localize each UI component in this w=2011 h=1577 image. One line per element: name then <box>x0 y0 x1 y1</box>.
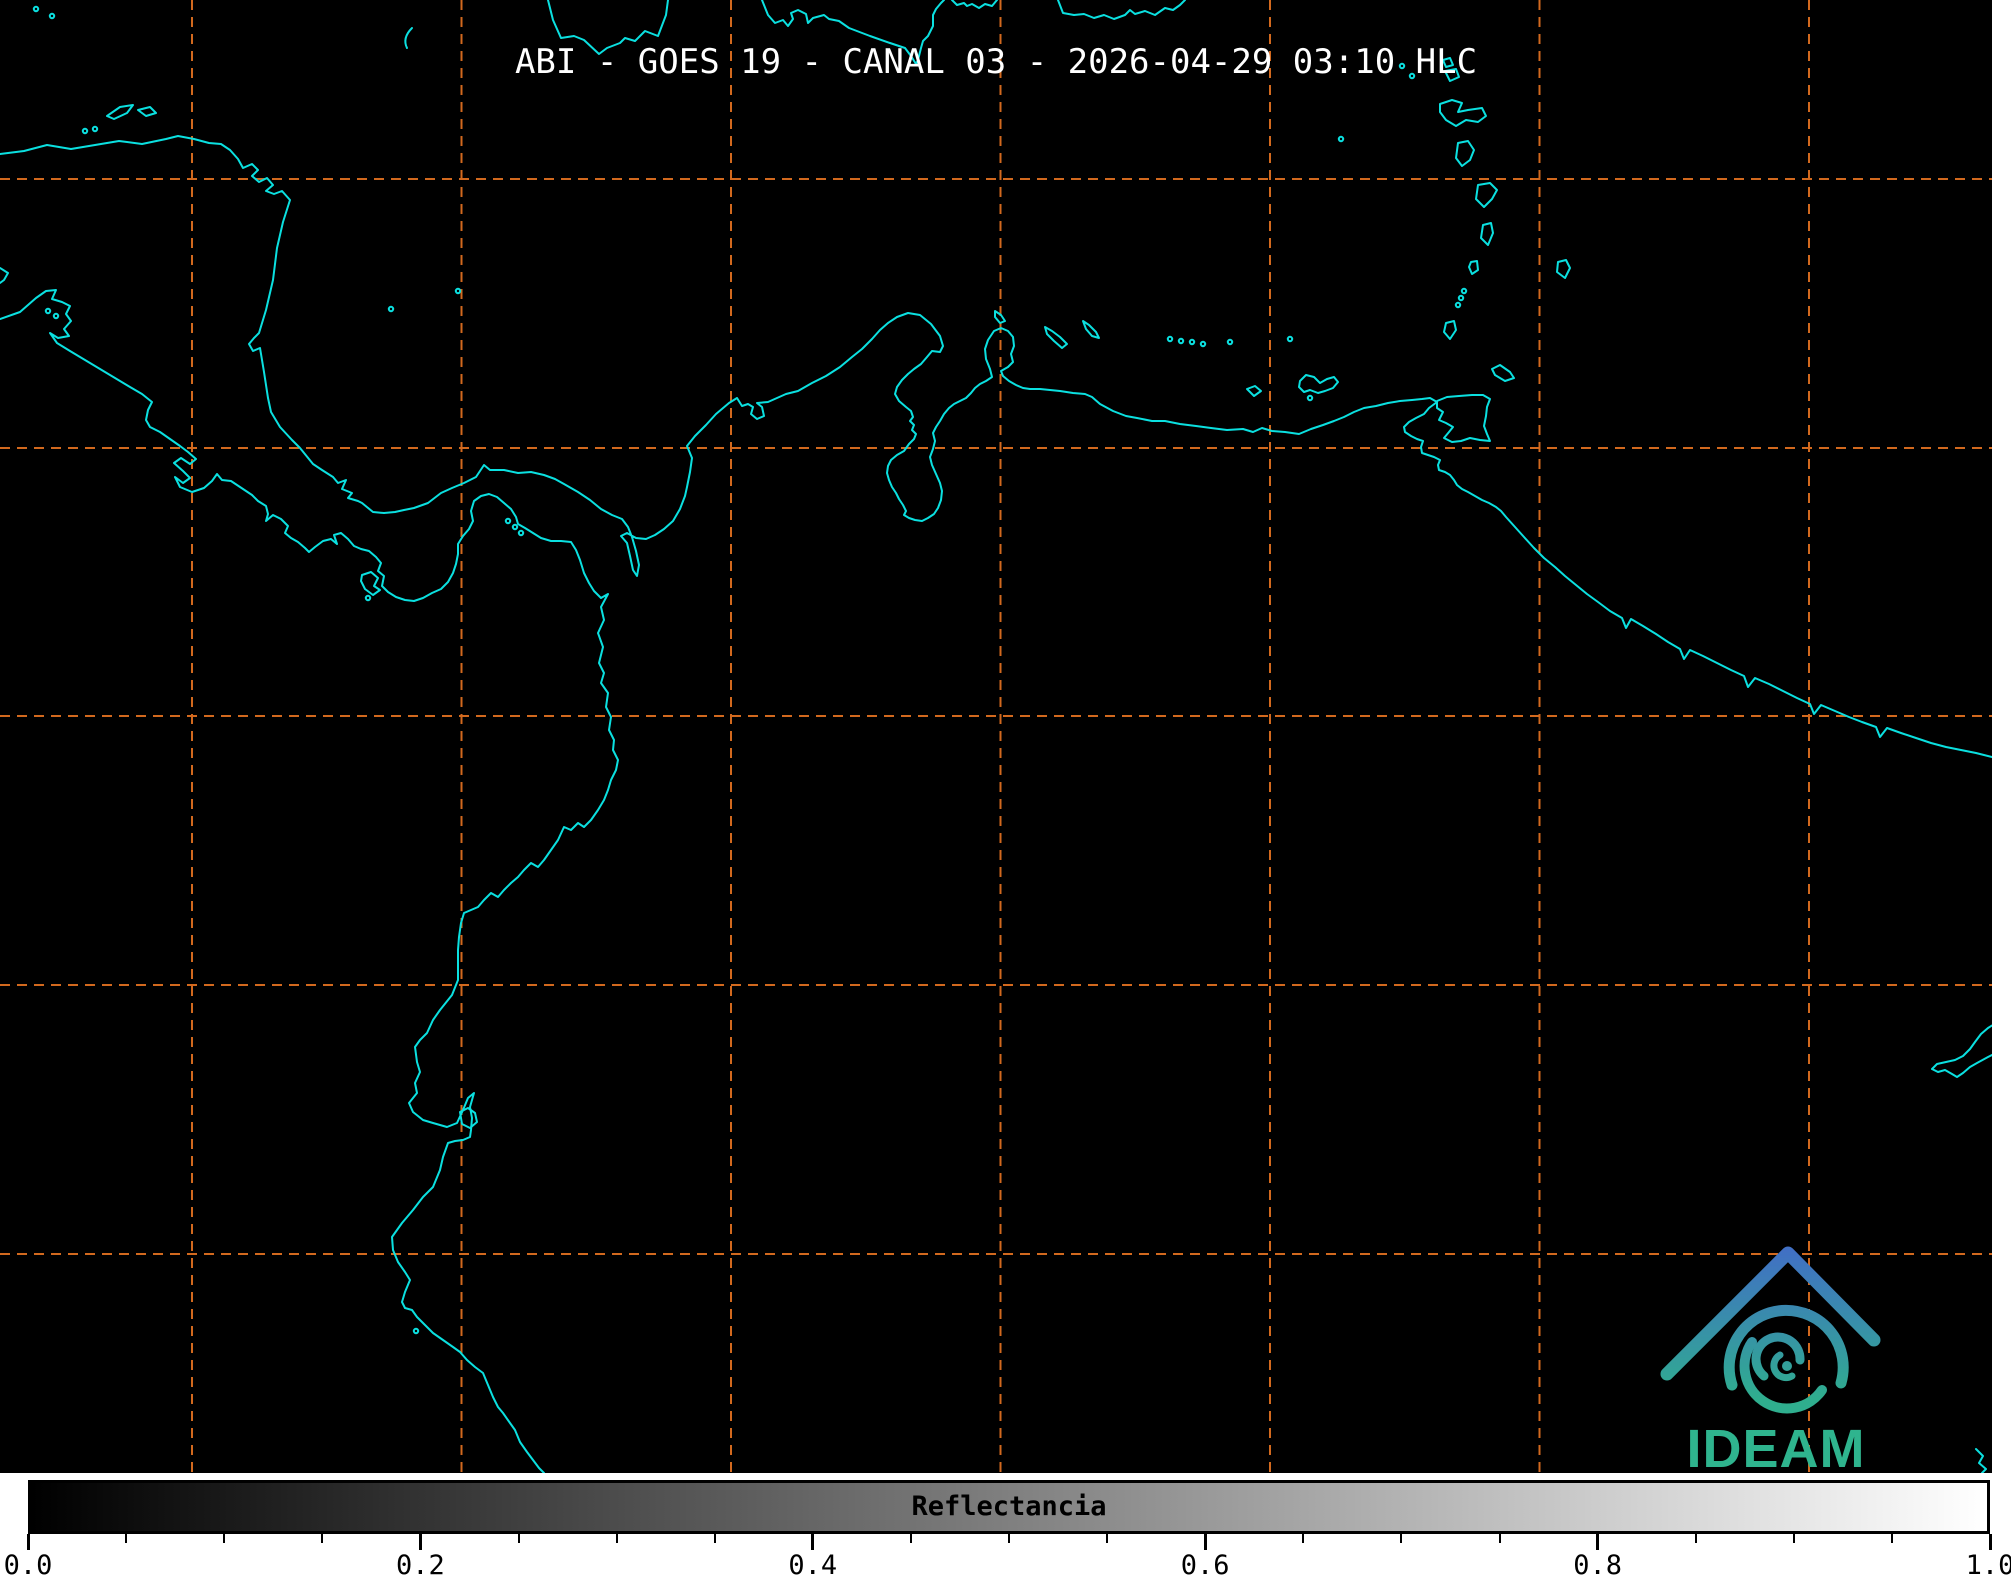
colorbar-minor-tick <box>1008 1534 1010 1543</box>
coastline-puerto-rico-coast <box>1058 0 1185 19</box>
coastline-bay-islands <box>107 105 156 119</box>
coastline-bonaire <box>1083 321 1099 338</box>
colorbar-major-tick <box>1989 1534 1992 1550</box>
islet-dot <box>1228 340 1232 344</box>
coastline-tobago <box>1492 365 1514 381</box>
islet-dot <box>1288 337 1292 341</box>
ideam-logo-text: IDEAM <box>1687 1418 1866 1473</box>
coastline-hispaniola-east-coast <box>952 0 997 8</box>
coastline-dominica <box>1456 141 1474 166</box>
coastline-river-edge-squiggle <box>1976 1449 1986 1473</box>
islet-dot <box>54 314 58 318</box>
colorbar-major-tick <box>1596 1534 1599 1550</box>
colorbar-minor-tick <box>1400 1534 1402 1543</box>
coastline-st-lucia <box>1481 223 1493 245</box>
islet-dot <box>1462 289 1466 293</box>
islet-dot <box>34 7 38 11</box>
colorbar-minor-tick <box>714 1534 716 1543</box>
colorbar-tick-label: 0.4 <box>788 1550 837 1577</box>
colorbar-tick-label: 0.8 <box>1573 1550 1622 1577</box>
coastline-amazon-river <box>1932 1018 1992 1077</box>
islet-dot <box>93 127 97 131</box>
coastline-barbados <box>1557 260 1570 278</box>
colorbar-tick-label: 0.0 <box>4 1550 53 1577</box>
colorbar-minor-tick <box>1302 1534 1304 1543</box>
islet-dot <box>506 519 510 523</box>
colorbar-minor-tick <box>1891 1534 1893 1543</box>
colorbar-minor-tick <box>910 1534 912 1543</box>
islet-dot <box>1168 337 1172 341</box>
colorbar-major-tick <box>419 1534 422 1550</box>
islet-dot <box>456 289 460 293</box>
colorbar-major-tick <box>27 1534 30 1550</box>
islet-dot <box>50 14 54 18</box>
map-title: ABI - GOES 19 - CANAL 03 - 2026-04-29 03… <box>515 42 1477 82</box>
coastline-curacao <box>1045 327 1067 348</box>
colorbar-minor-tick <box>321 1534 323 1543</box>
colorbar-major-tick <box>811 1534 814 1550</box>
colorbar-minor-tick <box>518 1534 520 1543</box>
islet-dot <box>513 525 517 529</box>
coastline-coiba-island <box>361 572 380 595</box>
satellite-image-figure: ABI - GOES 19 - CANAL 03 - 2026-04-29 03… <box>0 0 2011 1577</box>
colorbar-tick-label: 0.2 <box>396 1550 445 1577</box>
coastline-grenada <box>1444 321 1456 339</box>
islet-dot <box>414 1329 418 1333</box>
islet-dot <box>1190 340 1194 344</box>
colorbar-minor-tick <box>1695 1534 1697 1543</box>
colorbar-tick-label: 0.6 <box>1181 1550 1230 1577</box>
islet-dot <box>1308 396 1312 400</box>
islet-dot <box>1339 137 1343 141</box>
colorbar-minor-tick <box>223 1534 225 1543</box>
islet-dot <box>1459 296 1463 300</box>
coastline-guadeloupe <box>1440 100 1486 126</box>
islet-dot <box>389 307 393 311</box>
satellite-map: ABI - GOES 19 - CANAL 03 - 2026-04-29 03… <box>0 0 1992 1473</box>
islet-dot <box>366 596 370 600</box>
colorbar-label: Reflectancia <box>911 1491 1106 1522</box>
islet-dot <box>1201 342 1205 346</box>
colorbar-minor-tick <box>616 1534 618 1543</box>
colorbar-minor-tick <box>125 1534 127 1543</box>
coastline-trinidad <box>1437 395 1490 442</box>
islet-dot <box>83 129 87 133</box>
coastline-pacific-mainland-coast <box>0 290 618 1473</box>
hurricane-spiral-icon <box>1729 1310 1843 1408</box>
colorbar: Reflectancia <box>28 1480 1990 1534</box>
coastline-martinique <box>1476 183 1497 207</box>
colorbar-major-tick <box>1204 1534 1207 1550</box>
coastline-guatemala-edge-coast <box>0 268 8 283</box>
colorbar-tick-label: 1.0 <box>1966 1550 2011 1577</box>
coastline-st-vincent <box>1469 261 1478 274</box>
colorbar-minor-tick <box>1106 1534 1108 1543</box>
colorbar-minor-tick <box>1499 1534 1501 1543</box>
colorbar-minor-tick <box>1793 1534 1795 1543</box>
islet-dot <box>1179 339 1183 343</box>
coastline-margarita <box>1299 375 1338 393</box>
spiral-core-dot <box>1782 1361 1792 1371</box>
islet-dot <box>1456 303 1460 307</box>
ideam-logo-icon <box>1630 1225 1910 1435</box>
coastline-tortuga <box>1247 386 1261 396</box>
islet-dot <box>46 309 50 313</box>
islet-dot <box>519 531 523 535</box>
coastline-cayman-bank-arc <box>405 28 412 48</box>
coastline-caribbean-mainland-coast <box>0 136 1992 757</box>
coastline-puna-island <box>460 1108 477 1128</box>
